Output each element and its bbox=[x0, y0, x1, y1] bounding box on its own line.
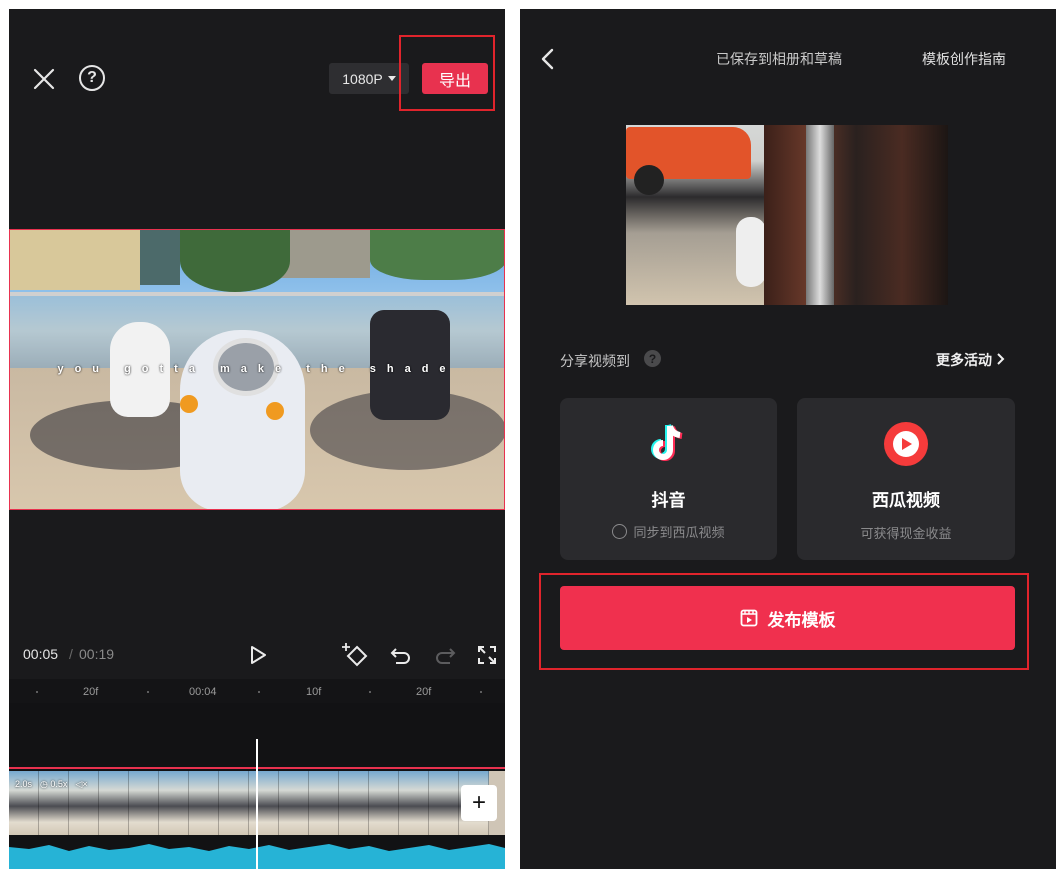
undo-icon[interactable] bbox=[389, 643, 413, 667]
clip-frame bbox=[339, 771, 369, 835]
preview-frame-street bbox=[626, 125, 766, 305]
export-highlight-box bbox=[399, 35, 495, 111]
indicator-shape bbox=[180, 395, 198, 413]
clip-frame bbox=[99, 771, 129, 835]
ruler-tick bbox=[480, 691, 482, 693]
help-icon[interactable]: ? bbox=[79, 65, 105, 91]
preview-caption: you gotta make the shade bbox=[57, 363, 457, 375]
clip-frame bbox=[429, 771, 459, 835]
play-icon[interactable] bbox=[245, 642, 271, 668]
help-icon[interactable]: ? bbox=[644, 350, 661, 367]
ruler-tick bbox=[258, 691, 260, 693]
xigua-name: 西瓜视频 bbox=[872, 491, 940, 510]
timeline-ruler[interactable]: 20f 00:04 10f 20f bbox=[9, 679, 505, 703]
clip-frame bbox=[369, 771, 399, 835]
fullscreen-icon[interactable] bbox=[475, 643, 499, 667]
xigua-card[interactable]: 西瓜视频 可获得现金收益 bbox=[797, 398, 1015, 560]
keyframe-icon[interactable] bbox=[342, 641, 372, 669]
building-shape bbox=[140, 230, 180, 285]
clip-frame bbox=[249, 771, 279, 835]
sync-radio[interactable] bbox=[612, 524, 628, 539]
clip-frame bbox=[309, 771, 339, 835]
chevron-right-icon bbox=[997, 353, 1005, 365]
saved-status: 已保存到相册和草稿 bbox=[716, 51, 842, 67]
xigua-subtitle: 可获得现金收益 bbox=[860, 526, 952, 541]
clip-frame bbox=[129, 771, 159, 835]
indicator-shape bbox=[266, 402, 284, 420]
publish-screen: 已保存到相册和草稿 模板创作指南 分享视频到 ? 更多活动 抖音 同步到西瓜视频 bbox=[520, 9, 1056, 869]
editor-screen: ? 1080P 导出 you gotta make the shade 00:0… bbox=[9, 9, 505, 869]
total-time: 00:19 bbox=[79, 646, 115, 662]
clip-duration: 2.0s bbox=[15, 779, 33, 789]
clip-speed: 0.5x bbox=[50, 779, 68, 789]
clip-frame bbox=[219, 771, 249, 835]
xigua-logo-icon bbox=[884, 422, 928, 466]
sync-to-xigua-option[interactable]: 同步到西瓜视频 bbox=[560, 522, 777, 541]
building-shape bbox=[10, 230, 140, 290]
douyin-name: 抖音 bbox=[651, 491, 686, 510]
close-icon[interactable] bbox=[31, 66, 57, 92]
template-guide-link[interactable]: 模板创作指南 bbox=[922, 49, 1006, 69]
speed-indicator: ◷ 0.5x bbox=[40, 779, 67, 790]
ruler-label: 20f bbox=[83, 686, 99, 698]
clip-frame bbox=[189, 771, 219, 835]
mute-icon: ◁× bbox=[75, 779, 88, 789]
resolution-dropdown[interactable]: 1080P bbox=[329, 63, 409, 94]
speed-icon: ◷ bbox=[40, 779, 48, 789]
clip-frame bbox=[279, 771, 309, 835]
ruler-label: 00:04 bbox=[189, 686, 217, 698]
tree-shape bbox=[370, 230, 504, 280]
share-to-label: 分享视频到 bbox=[560, 353, 630, 369]
scooter-shape bbox=[736, 217, 766, 287]
playhead[interactable] bbox=[256, 739, 258, 869]
building-shape bbox=[280, 230, 370, 278]
ruler-label: 10f bbox=[306, 686, 322, 698]
caret-down-icon bbox=[387, 76, 396, 81]
clip-info: 2.0s ◷ 0.5x ◁× bbox=[15, 779, 88, 790]
more-activities-link[interactable]: 更多活动 bbox=[936, 350, 1006, 370]
redo-icon[interactable] bbox=[433, 643, 457, 667]
publish-highlight-box bbox=[539, 573, 1029, 670]
ruler-tick bbox=[147, 691, 149, 693]
resolution-value: 1080P bbox=[342, 70, 383, 87]
sync-label: 同步到西瓜视频 bbox=[633, 525, 725, 540]
ruler-label: 20f bbox=[416, 686, 432, 698]
douyin-logo-icon bbox=[651, 424, 683, 461]
add-clip-button[interactable]: + bbox=[461, 785, 497, 821]
ruler-tick bbox=[36, 691, 38, 693]
template-preview[interactable] bbox=[626, 125, 948, 305]
pole-shape bbox=[806, 125, 834, 305]
tree-shape bbox=[180, 230, 290, 292]
current-time: 00:05 bbox=[23, 646, 59, 662]
back-chevron-icon[interactable] bbox=[536, 47, 560, 71]
ruler-tick bbox=[369, 691, 371, 693]
video-preview[interactable]: you gotta make the shade bbox=[9, 229, 505, 510]
wheel-shape bbox=[634, 165, 664, 195]
help-glyph: ? bbox=[87, 69, 97, 86]
more-activities-label: 更多活动 bbox=[936, 352, 992, 368]
clip-frame bbox=[399, 771, 429, 835]
clip-frame bbox=[159, 771, 189, 835]
time-separator: / bbox=[69, 646, 73, 662]
preview-frame-closeup bbox=[764, 125, 948, 305]
douyin-card[interactable]: 抖音 同步到西瓜视频 bbox=[560, 398, 777, 560]
